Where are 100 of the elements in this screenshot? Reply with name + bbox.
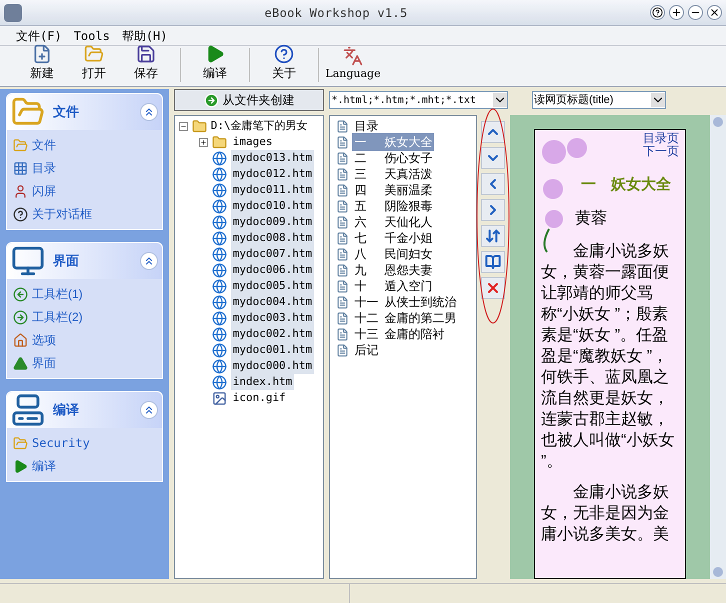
- move-left-button[interactable]: [481, 173, 506, 195]
- delete-button[interactable]: [481, 277, 506, 299]
- chapter-item[interactable]: 二 伤心女子: [352, 149, 434, 167]
- move-down-button[interactable]: [481, 147, 506, 169]
- chapter-item[interactable]: 五 阴险狠毒: [352, 197, 434, 215]
- globe-icon: [212, 342, 227, 358]
- document-icon: [336, 280, 350, 292]
- globe-icon: [212, 374, 227, 390]
- toolbar-button[interactable]: 打开: [68, 44, 120, 82]
- sidebar-link[interactable]: 工具栏(2): [32, 308, 83, 326]
- body-paragraph: 金庸小说多妖女，无非是因为金庸小说多美女。美: [541, 482, 670, 544]
- help-icon[interactable]: [650, 5, 665, 20]
- sidebar-link[interactable]: 文件: [32, 136, 56, 154]
- toolbar-button[interactable]: 保存: [120, 44, 172, 82]
- chapter-item[interactable]: 四 美丽温柔: [352, 181, 434, 199]
- move-right-button[interactable]: [481, 199, 506, 221]
- chapter-item[interactable]: 后记: [352, 341, 386, 359]
- tree-item[interactable]: index.htm: [230, 374, 294, 390]
- chapter-item[interactable]: 十一 从侠士到统治: [352, 293, 458, 311]
- group-title: 文件: [53, 103, 80, 122]
- collapse-icon[interactable]: [140, 252, 158, 270]
- tree-item[interactable]: mydoc007.htm: [230, 246, 314, 262]
- menu-item[interactable]: Tools: [74, 26, 110, 44]
- folder-icon: [13, 138, 28, 152]
- chapter-item[interactable]: 八 民间妇女: [352, 245, 434, 263]
- create-from-folder-button[interactable]: 从文件夹创建: [174, 89, 324, 111]
- menu-item[interactable]: 文件(F): [16, 26, 62, 44]
- sidebar-link[interactable]: 目录: [32, 159, 56, 177]
- document-icon: [336, 232, 350, 244]
- chapter-item[interactable]: 六 天仙化人: [352, 213, 434, 231]
- body-paragraph: 金庸小说多妖女，黄蓉一露面便让郭靖的师父骂称“小妖女 ”；殷素素是“妖女 ”。任盈盈是“魔教妖女 ”，何铁手、蓝凤凰之流自然更是妖女，连蒙古郡主赵敏，也被人叫做“小妖女 ”。: [541, 242, 676, 472]
- chapter-item[interactable]: 三 天真活泼: [352, 165, 434, 183]
- page-link[interactable]: 下一页: [643, 145, 679, 158]
- maximize-icon[interactable]: [669, 5, 684, 20]
- tree-item[interactable]: icon.gif: [230, 390, 288, 406]
- folder-icon: [84, 44, 104, 64]
- language-icon: [343, 46, 363, 66]
- chapter-item[interactable]: 目录: [352, 117, 386, 135]
- chapter-item[interactable]: 十三 金庸的陪衬: [352, 325, 446, 343]
- move-up-button[interactable]: [481, 121, 506, 143]
- toolbar-button[interactable]: Language: [327, 46, 379, 82]
- menu-item[interactable]: 帮助(H): [122, 26, 168, 44]
- file-filter-dropdown[interactable]: *.html;*.htm;*.mht;*.txt: [329, 91, 508, 109]
- save-icon: [136, 44, 156, 64]
- globe-icon: [212, 358, 227, 374]
- sidebar-link[interactable]: 工具栏(1): [32, 285, 83, 303]
- sidebar-link[interactable]: Security: [32, 434, 90, 452]
- toolbar-button[interactable]: 编译: [189, 44, 241, 82]
- chapter-item[interactable]: 十 遁入空门: [352, 277, 434, 295]
- triangle-icon: [13, 356, 28, 370]
- tree-item[interactable]: mydoc004.htm: [230, 294, 314, 310]
- tree-item[interactable]: mydoc001.htm: [230, 342, 314, 358]
- tree-item[interactable]: mydoc010.htm: [230, 198, 314, 214]
- expand-icon[interactable]: [198, 138, 208, 146]
- toolbar-button[interactable]: 关于: [258, 44, 310, 82]
- tree-item[interactable]: mydoc002.htm: [230, 326, 314, 342]
- chapter-item[interactable]: 九 恩怨夫妻: [352, 261, 434, 279]
- computer-icon: [11, 393, 45, 427]
- sidebar-link[interactable]: 界面: [32, 354, 56, 372]
- toolbar-button[interactable]: 新建: [16, 44, 68, 82]
- folder-icon: [212, 134, 227, 150]
- monitor-icon: [11, 244, 45, 278]
- grid-icon: [13, 160, 28, 176]
- page-link[interactable]: 目录页: [643, 132, 679, 145]
- tree-item[interactable]: mydoc011.htm: [230, 182, 314, 198]
- group-title: 编译: [53, 401, 80, 420]
- person-icon: [13, 184, 28, 198]
- tree-item[interactable]: mydoc008.htm: [230, 230, 314, 246]
- document-icon: [336, 120, 350, 132]
- tree-item[interactable]: mydoc009.htm: [230, 214, 314, 230]
- collapse-icon[interactable]: [140, 401, 158, 419]
- book-button[interactable]: [481, 251, 506, 273]
- minimize-icon[interactable]: [688, 5, 703, 20]
- folder-icon: [192, 118, 207, 134]
- sidebar-link[interactable]: 关于对话框: [32, 205, 92, 223]
- tree-root-label[interactable]: D:\金庸笔下的男女: [210, 118, 308, 134]
- collapse-icon[interactable]: [140, 103, 158, 121]
- globe-icon: [212, 326, 227, 342]
- tree-item[interactable]: mydoc005.htm: [230, 278, 314, 294]
- globe-icon: [212, 230, 227, 246]
- document-icon: [336, 168, 350, 180]
- document-icon: [336, 312, 350, 324]
- sidebar-link[interactable]: 选项: [32, 331, 56, 349]
- sidebar-link[interactable]: 编译: [32, 457, 56, 475]
- chapter-heading: 一 妖女大全: [580, 175, 672, 195]
- tree-item[interactable]: images: [230, 134, 274, 150]
- close-icon[interactable]: [707, 5, 722, 20]
- globe-icon: [212, 166, 227, 182]
- tree-item[interactable]: mydoc003.htm: [230, 310, 314, 326]
- tree-item[interactable]: mydoc006.htm: [230, 262, 314, 278]
- tree-item[interactable]: mydoc012.htm: [230, 166, 314, 182]
- chapter-item[interactable]: 七 千金小姐: [352, 229, 434, 247]
- title-source-dropdown[interactable]: 读网页标题(title): [532, 91, 666, 109]
- chapter-item[interactable]: 十二 金庸的第二男: [352, 309, 458, 327]
- sort-button[interactable]: [481, 225, 506, 247]
- tree-item[interactable]: mydoc000.htm: [230, 358, 314, 374]
- collapse-icon[interactable]: [178, 122, 188, 130]
- sidebar-link[interactable]: 闪屏: [32, 182, 56, 200]
- tree-item[interactable]: mydoc013.htm: [230, 150, 314, 166]
- image-file-icon: [212, 390, 227, 406]
